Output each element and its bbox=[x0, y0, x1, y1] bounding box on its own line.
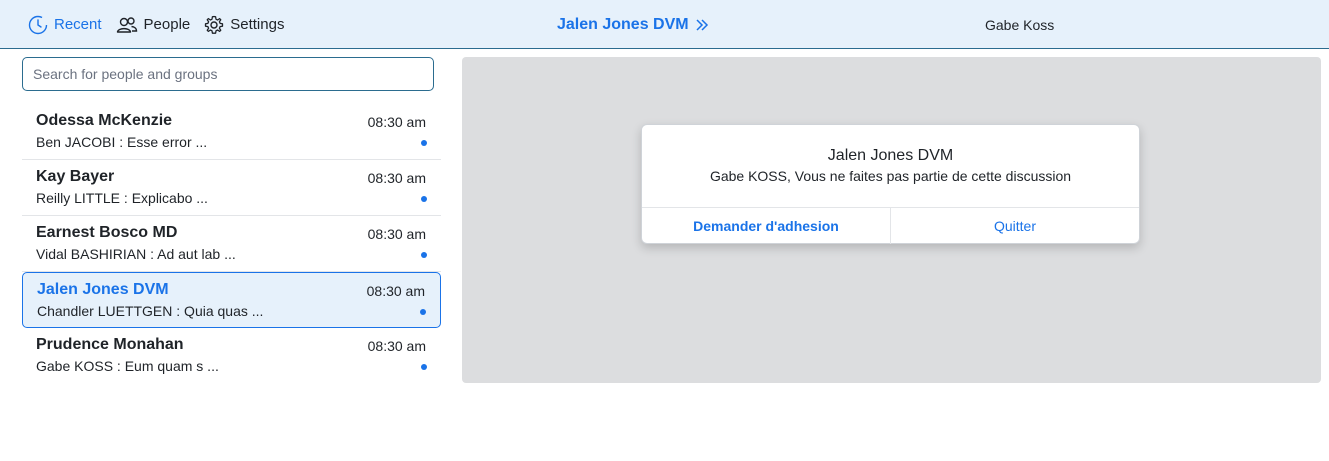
unread-dot bbox=[421, 364, 427, 370]
conversation-time: 08:30 am bbox=[367, 338, 426, 354]
conversation-time: 08:30 am bbox=[366, 283, 425, 299]
quit-button[interactable]: Quitter bbox=[891, 208, 1139, 244]
nav-people[interactable]: People bbox=[116, 15, 191, 35]
unread-dot bbox=[420, 309, 426, 315]
conversation-preview: Vidal BASHIRIAN : Ad aut lab ... bbox=[36, 246, 236, 262]
top-bar: Recent People Settings Jalen Jones DVM G… bbox=[0, 0, 1329, 49]
nav-people-label: People bbox=[143, 16, 191, 33]
people-icon bbox=[116, 16, 137, 33]
conversation-preview: Ben JACOBI : Esse error ... bbox=[36, 134, 208, 150]
request-join-button[interactable]: Demander d'adhesion bbox=[642, 208, 891, 244]
conversation-list: Odessa McKenzie 08:30 am Ben JACOBI : Es… bbox=[22, 104, 441, 384]
conversation-name: Prudence Monahan bbox=[36, 336, 184, 353]
conversation-time: 08:30 am bbox=[367, 170, 426, 186]
conversation-name: Odessa McKenzie bbox=[36, 112, 173, 129]
dialog-message: Gabe KOSS, Vous ne faites pas partie de … bbox=[709, 168, 1072, 184]
unread-dot bbox=[421, 252, 427, 258]
conversation-item[interactable]: Odessa McKenzie 08:30 am Ben JACOBI : Es… bbox=[22, 104, 441, 160]
conversation-item-selected[interactable]: Jalen Jones DVM 08:30 am Chandler LUETTG… bbox=[22, 272, 441, 328]
unread-dot bbox=[421, 140, 427, 146]
join-dialog: Jalen Jones DVM Gabe KOSS, Vous ne faite… bbox=[641, 124, 1140, 244]
conversation-preview: Chandler LUETTGEN : Quia quas ... bbox=[37, 303, 264, 319]
conversation-title-text: Jalen Jones DVM bbox=[557, 15, 689, 33]
unread-dot bbox=[421, 196, 427, 202]
conversation-preview: Gabe KOSS : Eum quam s ... bbox=[36, 358, 219, 374]
nav-settings-label: Settings bbox=[230, 16, 285, 33]
conversation-time: 08:30 am bbox=[367, 114, 426, 130]
nav-settings[interactable]: Settings bbox=[204, 15, 284, 35]
conversation-item[interactable]: Prudence Monahan 08:30 am Gabe KOSS : Eu… bbox=[22, 328, 441, 384]
current-user-name: Gabe Koss bbox=[985, 16, 1055, 33]
conversation-item[interactable]: Earnest Bosco MD 08:30 am Vidal BASHIRIA… bbox=[22, 216, 441, 272]
main-nav: Recent People Settings bbox=[28, 0, 298, 49]
clock-icon bbox=[28, 15, 48, 34]
gear-icon bbox=[205, 15, 224, 34]
conversation-name: Kay Bayer bbox=[36, 168, 115, 185]
dialog-actions: Demander d'adhesion Quitter bbox=[642, 207, 1139, 244]
nav-recent-label: Recent bbox=[54, 16, 102, 33]
conversation-item[interactable]: Kay Bayer 08:30 am Reilly LITTLE : Expli… bbox=[22, 160, 441, 216]
search-input[interactable] bbox=[22, 57, 434, 91]
double-chevron-right-icon bbox=[696, 18, 708, 31]
conversation-title[interactable]: Jalen Jones DVM bbox=[557, 0, 709, 49]
dialog-title: Jalen Jones DVM bbox=[827, 147, 954, 164]
conversation-name: Earnest Bosco MD bbox=[36, 224, 178, 241]
nav-recent[interactable]: Recent bbox=[28, 15, 102, 35]
conversation-preview: Reilly LITTLE : Explicabo ... bbox=[36, 190, 208, 206]
conversation-time: 08:30 am bbox=[367, 226, 426, 242]
conversation-name: Jalen Jones DVM bbox=[37, 281, 169, 298]
